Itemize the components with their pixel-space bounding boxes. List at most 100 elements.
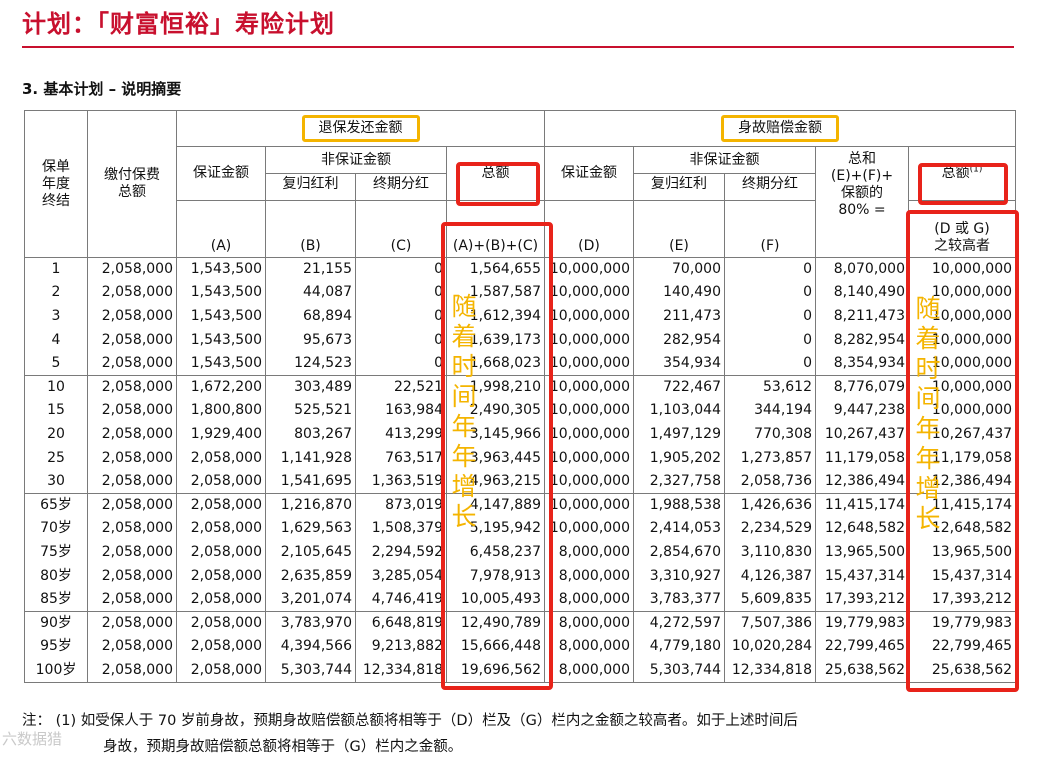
table-cell: 2,058,000 (87, 610, 177, 635)
table-cell: 2,058,000 (87, 399, 177, 423)
header-surrender-terminal: 终期分红 (355, 173, 447, 201)
table-row: 70岁 2,058,000 2,058,000 1,629,563 1,508,379 5… (24, 517, 1017, 541)
table-cell: 25 (24, 446, 88, 470)
table-cell: 95岁 (24, 635, 88, 659)
header-letter-d: (D) (544, 200, 634, 258)
header-death-guaranteed: 保证金额 (544, 146, 634, 201)
header-death-terminal: 终期分红 (724, 173, 816, 201)
table-cell: 2,234,529 (724, 517, 816, 541)
table-cell: 2,058,000 (176, 446, 266, 470)
table-cell: 8,000,000 (544, 587, 634, 612)
table-cell: 8,000,000 (544, 610, 634, 635)
table-cell: 1,508,379 (355, 517, 447, 541)
table-cell: 1,587,587 (446, 281, 545, 305)
table-cell: 8,776,079 (815, 374, 909, 400)
illustration-table: 保单 年度 终结 缴付保费 总额 退保发还金额 身故赔偿金额 保证金额 非保证金… (24, 110, 1017, 683)
table-cell: 1,543,500 (176, 351, 266, 376)
table-cell: 5,195,942 (446, 517, 545, 541)
table-cell: 19,779,983 (907, 610, 1017, 635)
table-cell: 10,000,000 (544, 351, 634, 376)
table-cell: 1,273,857 (724, 446, 816, 470)
table-row: 5 2,058,000 1,543,500 124,523 0 1,668,023 10,0… (24, 351, 1017, 376)
header-death-group: 身故赔偿金额 (543, 110, 1017, 147)
table-cell: 9,213,882 (355, 635, 447, 659)
table-cell: 282,954 (633, 328, 725, 352)
table-cell: 12,490,789 (446, 610, 545, 635)
table-cell: 10,000,000 (544, 492, 634, 518)
header-letter-c: (C) (355, 200, 447, 258)
table-cell: 2,058,000 (176, 587, 266, 612)
header-death-sum: 总和 (E)+(F)+ 保额的 80% = (815, 146, 909, 258)
table-cell: 21,155 (265, 257, 356, 282)
table-cell: 1,988,538 (633, 492, 725, 518)
table-cell: 80岁 (24, 564, 88, 588)
table-cell: 95,673 (265, 328, 356, 352)
table-cell: 2,058,736 (724, 469, 816, 494)
table-cell: 10,000,000 (544, 374, 634, 400)
death-total-footnote-mark: (1) (969, 164, 983, 175)
table-cell: 2,058,000 (87, 658, 177, 683)
table-cell: 19,779,983 (815, 610, 909, 635)
table-cell: 15,666,448 (446, 635, 545, 659)
table-cell: 22,521 (355, 374, 447, 400)
table-cell: 85岁 (24, 587, 88, 612)
table-cell: 10,000,000 (907, 399, 1017, 423)
table-cell: 8,000,000 (544, 635, 634, 659)
table-cell: 5 (24, 351, 88, 376)
table-cell: 7,978,913 (446, 564, 545, 588)
table-cell: 2,058,000 (87, 540, 177, 565)
table-cell: 6,648,819 (355, 610, 447, 635)
table-cell: 2,105,645 (265, 540, 356, 565)
table-cell: 803,267 (265, 422, 356, 447)
table-cell: 413,299 (355, 422, 447, 447)
table-cell: 2,294,592 (355, 540, 447, 565)
table-cell: 2,058,000 (87, 446, 177, 470)
table-cell: 2,058,000 (87, 564, 177, 588)
table-cell: 770,308 (724, 422, 816, 447)
table-cell: 1,541,695 (265, 469, 356, 494)
table-cell: 8,211,473 (815, 304, 909, 329)
table-cell: 4,746,419 (355, 587, 447, 612)
header-surrender-non-guaranteed: 非保证金额 (265, 146, 447, 174)
header-letter-e: (E) (633, 200, 725, 258)
table-cell: 140,490 (633, 281, 725, 305)
footnote: 注： (1) 如受保人于 70 岁前身故，预期身故赔偿额总额将相等于（D）栏及（… (22, 708, 1022, 759)
table-cell: 68,894 (265, 304, 356, 329)
table-cell: 10 (24, 374, 88, 400)
table-cell: 3,110,830 (724, 540, 816, 565)
table-cell: 763,517 (355, 446, 447, 470)
table-cell: 4,779,180 (633, 635, 725, 659)
table-cell: 2,058,000 (87, 351, 177, 376)
table-cell: 3,783,377 (633, 587, 725, 612)
title-divider (22, 46, 1014, 48)
table-cell: 1,543,500 (176, 281, 266, 305)
header-surrender-formula: (A)+(B)+(C) (446, 200, 545, 258)
table-cell: 354,934 (633, 351, 725, 376)
table-cell: 2,490,305 (446, 399, 545, 423)
header-surrender-reversionary: 复归红利 (265, 173, 356, 201)
table-cell: 4,394,566 (265, 635, 356, 659)
table-cell: 344,194 (724, 399, 816, 423)
table-cell: 5,303,744 (265, 658, 356, 683)
header-death-total: 总额(1) (907, 146, 1017, 201)
table-cell: 90岁 (24, 610, 88, 635)
table-cell: 2,058,000 (176, 635, 266, 659)
table-cell: 2,058,000 (176, 469, 266, 494)
table-cell: 0 (355, 257, 447, 282)
table-cell: 8,354,934 (815, 351, 909, 376)
table-cell: 0 (724, 281, 816, 305)
table-cell: 6,458,237 (446, 540, 545, 565)
table-cell: 8,140,490 (815, 281, 909, 305)
page-title: 计划：「财富恒裕」寿险计划 (22, 10, 335, 38)
table-cell: 1,543,500 (176, 257, 266, 282)
table-row: 85岁 2,058,000 2,058,000 3,201,074 4,746,419 1… (24, 587, 1017, 612)
table-cell: 873,019 (355, 492, 447, 518)
table-cell: 1,905,202 (633, 446, 725, 470)
table-cell: 1,612,394 (446, 304, 545, 329)
table-cell: 11,415,174 (815, 492, 909, 518)
header-surrender-guaranteed: 保证金额 (176, 146, 266, 201)
table-row: 95岁 2,058,000 2,058,000 4,394,566 9,213,882 1… (24, 635, 1017, 659)
table-cell: 20 (24, 422, 88, 447)
table-cell: 2,058,000 (87, 469, 177, 494)
table-cell: 303,489 (265, 374, 356, 400)
